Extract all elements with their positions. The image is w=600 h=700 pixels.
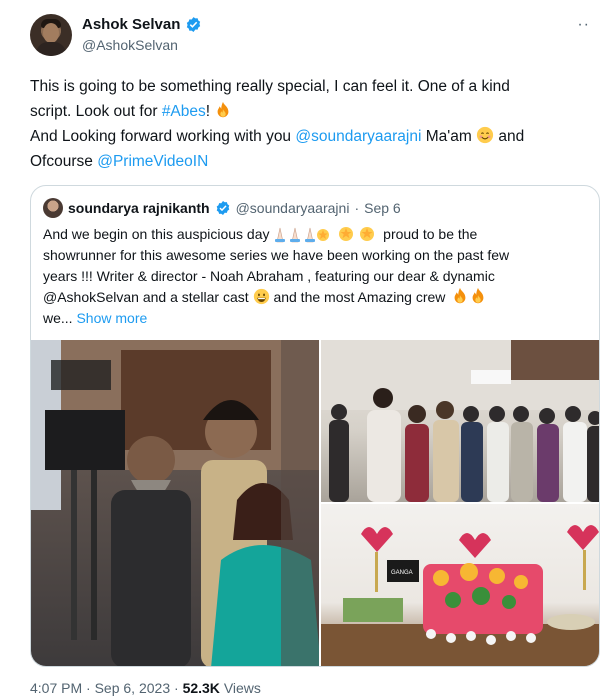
author-avatar[interactable] — [30, 14, 72, 56]
tweet-text-segment: Ofcourse — [30, 153, 98, 170]
quoted-line-3: years !!! Writer & director - Noah Abrah… — [43, 268, 495, 284]
avatar-body — [36, 42, 66, 56]
show-more-link[interactable]: Show more — [76, 310, 147, 326]
quoted-author-avatar[interactable] — [43, 198, 63, 218]
media-photo-1[interactable] — [31, 340, 319, 666]
tweet-line-3: And Looking forward working with you @so… — [30, 124, 590, 149]
media-photo-2[interactable] — [321, 340, 599, 502]
tweet-text: This is going to be something really spe… — [30, 74, 590, 174]
tweet-line-2: script. Look out for #Abes! — [30, 99, 590, 124]
quoted-tweet-header: soundarya rajnikanth @soundaryaarajni · … — [43, 198, 401, 218]
photo-2-illustration — [321, 340, 599, 502]
verified-badge-icon — [187, 17, 201, 32]
tweet-text-segment: and — [494, 128, 525, 145]
quoted-line-4: @AshokSelvan and a stellar cast and the … — [43, 287, 591, 308]
quoted-line-1: And we begin on this auspicious day prou… — [43, 224, 591, 245]
quoted-tweet-date[interactable]: Sep 6 — [364, 200, 401, 216]
photo-clapboard-text: GANGA — [391, 570, 413, 576]
dizzy-star-emoji-icon — [339, 227, 375, 241]
quoted-author-name[interactable]: soundarya rajnikanth — [68, 200, 210, 216]
quoted-tweet-text: And we begin on this auspicious day prou… — [43, 224, 591, 329]
quoted-line-5: we... Show more — [43, 308, 591, 329]
folded-hands-emoji-icon — [275, 227, 330, 243]
author-name-row: Ashok Selvan — [82, 16, 202, 33]
photo-3-illustration: GANGA — [321, 525, 599, 666]
more-horizontal-icon[interactable]: ·· — [577, 16, 590, 34]
views-label: Views — [223, 680, 261, 696]
mention-soundaryaarajni-link[interactable]: @soundaryaarajni — [295, 128, 421, 145]
quoted-author-handle[interactable]: @soundaryaarajni — [236, 200, 350, 216]
author-display-name[interactable]: Ashok Selvan — [82, 16, 180, 33]
tweet-time[interactable]: 4:07 PM — [30, 680, 82, 696]
tweet-text-segment: script. Look out for — [30, 103, 162, 120]
tweet-text-segment: And Looking forward working with you — [30, 128, 296, 145]
fire-emoji-icon — [217, 101, 229, 118]
grinning-face-emoji-icon — [253, 288, 269, 305]
quoted-tweet-card[interactable]: soundarya rajnikanth @soundaryaarajni · … — [30, 185, 600, 667]
tweet-text-segment: Ma'am — [421, 128, 472, 145]
tweet-text-segment: ! — [205, 103, 211, 120]
quoted-text-segment: and the most Amazing crew — [273, 289, 450, 305]
tweet-date[interactable]: Sep 6, 2023 — [95, 680, 171, 696]
separator-dot: · — [174, 680, 179, 696]
media-photo-3[interactable]: GANGA — [321, 504, 599, 666]
hashtag-abes-link[interactable]: #Abes — [162, 103, 206, 120]
tweet-line-4: Ofcourse @PrimeVideoIN — [30, 149, 590, 174]
quoted-text-segment: proud to be the — [383, 226, 478, 242]
smiling-face-emoji-icon — [476, 126, 494, 144]
quoted-text-segment: we... — [43, 310, 77, 326]
separator-dot: · — [86, 680, 91, 696]
separator-dot: · — [354, 200, 360, 216]
quoted-line-2: showrunner for this awesome series we ha… — [43, 247, 510, 263]
avatar-face — [43, 23, 59, 43]
tweet-line-1: This is going to be something really spe… — [30, 78, 510, 95]
quoted-text-segment: And we begin on this auspicious day — [43, 226, 274, 242]
verified-badge-icon — [216, 201, 229, 215]
quoted-text-segment: @AshokSelvan and a stellar cast — [43, 289, 253, 305]
views-count: 52.3K — [182, 680, 220, 696]
fire-emoji-icon — [454, 287, 484, 304]
tweet-meta-footer: 4:07 PM · Sep 6, 2023 · 52.3K Views — [30, 680, 261, 696]
tweet-header: Ashok Selvan @AshokSelvan ·· — [30, 14, 590, 58]
author-handle[interactable]: @AshokSelvan — [82, 37, 178, 53]
mention-primevideoin-link[interactable]: @PrimeVideoIN — [97, 153, 208, 170]
photo-1-illustration — [31, 340, 319, 666]
quoted-tweet-media-grid: GANGA — [31, 340, 599, 666]
